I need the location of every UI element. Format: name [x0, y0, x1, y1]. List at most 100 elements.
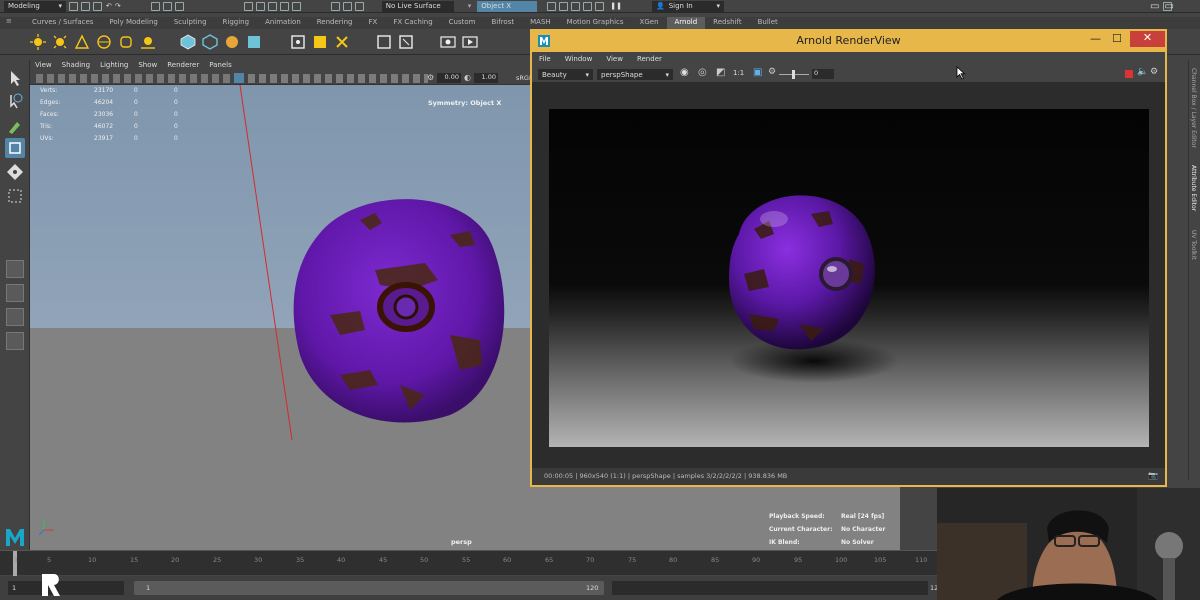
tab-sculpting[interactable]: Sculpting [166, 17, 215, 29]
rv-menu-render[interactable]: Render [630, 55, 669, 63]
minimize-icon[interactable]: — [1090, 32, 1101, 45]
menu-show[interactable]: Show [133, 61, 162, 72]
lasso-tool-icon[interactable] [5, 92, 25, 112]
time-slider[interactable]: 1 5 10 15 20 25 30 35 40 45 50 55 60 65 … [0, 550, 940, 576]
snap-curve-icon[interactable] [255, 1, 265, 11]
photometric-light-icon[interactable] [74, 34, 90, 50]
minimize-icon[interactable]: ▭ [1150, 1, 1159, 12]
ipr-render-icon[interactable] [559, 1, 569, 11]
render-icon[interactable]: ◉ [680, 67, 689, 78]
snapshot-camera-icon[interactable]: 📷 [1148, 471, 1158, 480]
tab-redshift[interactable]: Redshift [705, 17, 749, 29]
arnold-renderview-icon[interactable] [440, 34, 456, 50]
range-slider[interactable]: 1 120 [134, 581, 604, 595]
physical-sky-icon[interactable] [140, 34, 156, 50]
render-settings-icon[interactable] [571, 1, 581, 11]
panel-toolbar-icons[interactable] [36, 74, 236, 83]
camera-dropdown[interactable]: perspShape ▾ [597, 69, 673, 80]
scale-tool-icon[interactable] [5, 186, 25, 206]
skydome-light-icon[interactable] [96, 34, 112, 50]
rv-menu-view[interactable]: View [599, 55, 630, 63]
tab-motion-graphics[interactable]: Motion Graphics [559, 17, 632, 29]
tab-bullet[interactable]: Bullet [750, 17, 786, 29]
close-button[interactable]: ✕ [1130, 31, 1165, 47]
tx-manager-icon[interactable] [376, 34, 392, 50]
live-surface-field[interactable]: No Live Surface [381, 0, 454, 12]
tab-mash[interactable]: MASH [522, 17, 559, 29]
select-by-hierarchy-icon[interactable] [150, 1, 160, 11]
light-manager-icon[interactable] [398, 34, 414, 50]
history-icon[interactable] [342, 1, 352, 11]
open-scene-icon[interactable] [81, 1, 90, 11]
snap-view-icon[interactable] [279, 1, 289, 11]
standin-icon[interactable] [180, 34, 196, 50]
move-tool-icon[interactable] [5, 138, 25, 158]
input-ops-icon[interactable] [330, 1, 340, 11]
new-scene-icon[interactable] [69, 1, 78, 11]
menu-renderer[interactable]: Renderer [162, 61, 204, 72]
render-frame-icon[interactable] [547, 1, 557, 11]
tab-rigging[interactable]: Rigging [215, 17, 258, 29]
render-view-icon[interactable] [595, 1, 605, 11]
tab-arnold[interactable]: Arnold [666, 17, 706, 29]
flush-background-cache-icon[interactable] [312, 34, 328, 50]
flush-all-caches-icon[interactable] [334, 34, 350, 50]
symmetry-field[interactable]: Object X [477, 0, 538, 12]
select-tool-icon[interactable] [5, 68, 25, 88]
gamma-field[interactable]: 1.00 [474, 73, 498, 83]
redo-icon[interactable]: ↷ [115, 2, 121, 10]
uv-toolkit-tab[interactable]: UV Toolkit [1190, 230, 1197, 260]
play-render-icon[interactable] [462, 34, 478, 50]
tab-fx[interactable]: FX [361, 17, 386, 29]
snapshot-icon[interactable]: ◎ [698, 67, 707, 78]
make-live-icon[interactable] [291, 1, 301, 11]
tab-fx-caching[interactable]: FX Caching [385, 17, 440, 29]
snap-point-icon[interactable] [267, 1, 277, 11]
render-canvas[interactable] [532, 83, 1165, 468]
rotate-tool-icon[interactable] [5, 162, 25, 182]
four-view-layout-icon[interactable] [6, 284, 24, 302]
persp-outliner-layout-icon[interactable] [6, 308, 24, 326]
mesh-light-icon[interactable] [52, 34, 68, 50]
exposure-field[interactable]: 0.00 [437, 73, 461, 83]
menu-shading[interactable]: Shading [57, 61, 95, 72]
construction-icon[interactable] [354, 1, 364, 11]
curve-collector-icon[interactable] [246, 34, 262, 50]
aov-dropdown[interactable]: Beauty ▾ [538, 69, 593, 80]
single-perspective-layout-icon[interactable] [6, 260, 24, 278]
settings-gear-icon[interactable]: ⚙ [1150, 67, 1158, 77]
tab-poly-modeling[interactable]: Poly Modeling [101, 17, 165, 29]
tab-bifrost[interactable]: Bifrost [484, 17, 523, 29]
hypershade-icon[interactable] [583, 1, 593, 11]
tab-xgen[interactable]: XGen [632, 17, 667, 29]
sign-in-dropdown[interactable]: 👤 Sign In ▾ [652, 0, 724, 12]
tab-rendering[interactable]: Rendering [309, 17, 361, 29]
volume-icon[interactable] [224, 34, 240, 50]
tab-animation[interactable]: Animation [257, 17, 309, 29]
area-light-icon[interactable] [30, 34, 46, 50]
maximize-icon[interactable]: ▭ [1164, 1, 1173, 12]
select-by-component-icon[interactable] [174, 1, 184, 11]
snap-grid-icon[interactable] [243, 1, 253, 11]
light-portal-icon[interactable] [118, 34, 134, 50]
undo-icon[interactable]: ↶ [106, 2, 112, 10]
region-icon[interactable]: ◩ [716, 67, 725, 78]
rv-menu-window[interactable]: Window [558, 55, 600, 63]
flush-texture-cache-icon[interactable] [290, 34, 306, 50]
chevron-down-icon[interactable]: ▾ [468, 2, 472, 10]
menu-panels[interactable]: Panels [204, 61, 237, 72]
export-standin-icon[interactable] [202, 34, 218, 50]
audio-icon[interactable]: 🔈 [1137, 67, 1148, 77]
save-scene-icon[interactable] [93, 1, 102, 11]
shading-toolbar-icons[interactable] [248, 74, 428, 83]
attribute-editor-tab[interactable]: Attribute Editor [1190, 165, 1197, 211]
paint-select-tool-icon[interactable] [5, 116, 25, 136]
shelf-options-icon[interactable]: ≡ [0, 17, 24, 29]
start-time-field[interactable]: 1 [8, 581, 124, 595]
exposure-slider-handle[interactable] [792, 70, 795, 79]
rv-exposure-field[interactable]: 0 [812, 69, 834, 79]
menu-view[interactable]: View [30, 61, 57, 72]
menu-set-dropdown[interactable]: Modeling ▾ [4, 0, 66, 12]
end-time-field[interactable] [612, 581, 928, 595]
stop-render-icon[interactable] [1125, 70, 1133, 78]
